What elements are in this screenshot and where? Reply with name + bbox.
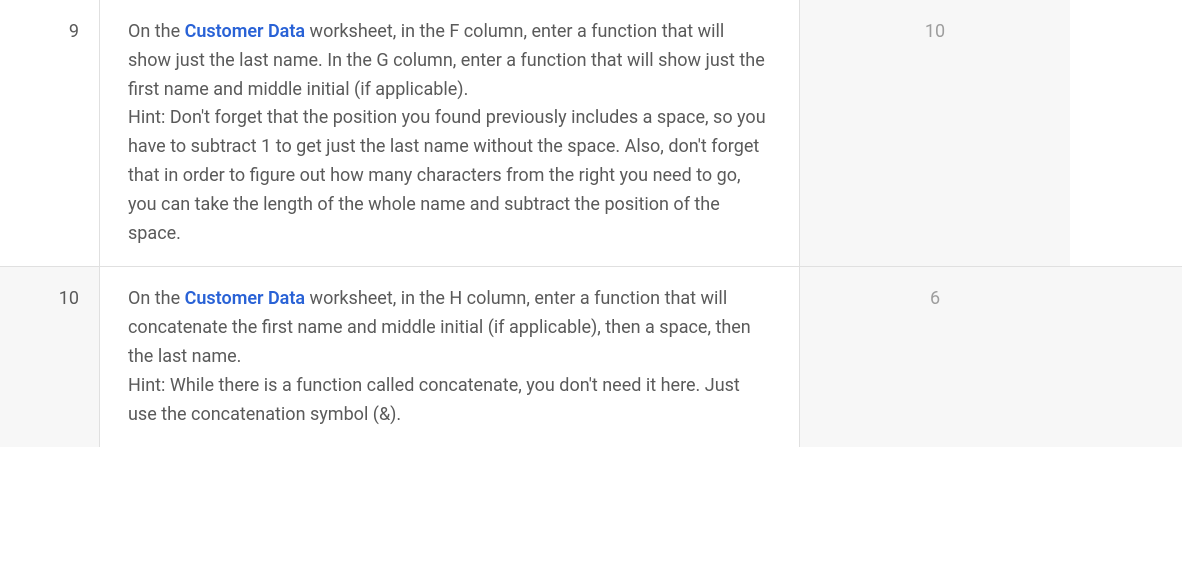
desc-prefix: On the — [128, 21, 185, 42]
row-number: 9 — [0, 0, 100, 266]
row-description: On the Customer Data worksheet, in the H… — [100, 267, 800, 447]
row-number: 10 — [0, 267, 100, 447]
row-description: On the Customer Data worksheet, in the F… — [100, 0, 800, 266]
table-row: 10 On the Customer Data worksheet, in th… — [0, 267, 1182, 447]
desc-hint: Hint: While there is a function called c… — [128, 375, 740, 425]
desc-hint: Hint: Don't forget that the position you… — [128, 107, 766, 243]
instruction-table: 9 On the Customer Data worksheet, in the… — [0, 0, 1182, 447]
worksheet-link[interactable]: Customer Data — [185, 288, 305, 309]
table-row: 9 On the Customer Data worksheet, in the… — [0, 0, 1182, 267]
row-score: 10 — [800, 0, 1070, 266]
row-score: 6 — [800, 267, 1070, 447]
desc-prefix: On the — [128, 288, 185, 309]
worksheet-link[interactable]: Customer Data — [185, 21, 305, 42]
